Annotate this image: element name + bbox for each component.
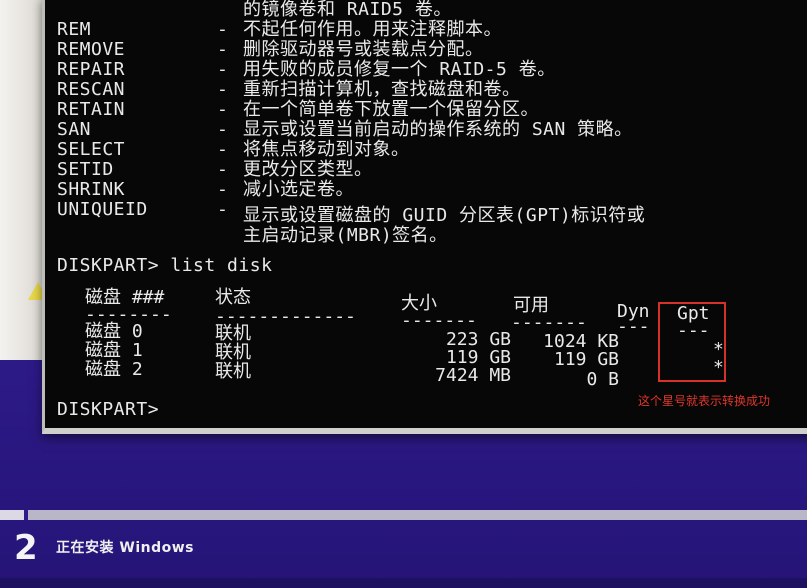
command-dash: - — [217, 99, 229, 120]
status-cell: 联机 — [215, 342, 251, 363]
command-name: RESCAN — [57, 79, 126, 100]
free-cell: 119 GB — [553, 349, 619, 370]
command-name: SAN — [57, 119, 92, 140]
command-name: UNIQUEID — [57, 199, 148, 220]
command-description: 将焦点移动到对象。 — [243, 139, 410, 160]
command-dash: - — [217, 19, 229, 40]
command-dash: - — [217, 159, 229, 180]
disk-cell: 磁盘 2 — [85, 359, 143, 380]
command-dash: - — [217, 39, 229, 60]
setup-progress-track — [0, 510, 807, 520]
command-description: 删除驱动器号或装载点分配。 — [243, 39, 484, 60]
setup-progress-divider — [24, 510, 28, 520]
setup-step-label: 正在安装 Windows — [56, 540, 194, 556]
command-name: RETAIN — [57, 99, 126, 120]
command-name: SETID — [57, 159, 114, 180]
disk-cell: 磁盘 0 — [85, 321, 143, 342]
command-name: SHRINK — [57, 179, 126, 200]
annotation-text: 这个星号就表示转换成功 — [638, 394, 771, 408]
size-cell: 7424 MB — [435, 365, 511, 386]
command-name: SELECT — [57, 139, 126, 160]
disk-cell: 磁盘 1 — [85, 340, 143, 361]
command-name: REPAIR — [57, 59, 126, 80]
command-description: 更改分区类型。 — [243, 159, 373, 180]
setup-step-number: 2 — [14, 528, 38, 568]
screen-bottom-edge — [0, 578, 807, 588]
command-description: 重新扫描计算机，查找磁盘和卷。 — [243, 79, 521, 100]
console-top-fragment: 的镜像卷和 RAID5 卷。 — [243, 0, 452, 20]
command-dash: - — [217, 179, 229, 200]
free-cell: 0 B — [586, 369, 619, 390]
command-description: 在一个简单卷下放置一个保留分区。 — [243, 99, 539, 120]
command-description: 不起任何作用。用来注释脚本。 — [243, 19, 502, 40]
diskpart-command-line: DISKPART> list disk — [57, 255, 273, 276]
command-description: 减小选定卷。 — [243, 179, 354, 200]
command-description-continued: 主启动记录(MBR)签名。 — [243, 225, 448, 246]
command-dash: - — [217, 199, 229, 220]
command-dash: - — [217, 139, 229, 160]
status-cell: 联机 — [215, 323, 251, 344]
command-dash: - — [217, 59, 229, 80]
gpt-highlight-box — [658, 302, 726, 382]
underline-free: ------- — [511, 312, 587, 333]
underline-size: ------- — [401, 310, 477, 331]
header-status: 状态 — [215, 287, 251, 308]
command-name: REMOVE — [57, 39, 126, 60]
command-dash: - — [217, 79, 229, 100]
command-description: 显示或设置磁盘的 GUID 分区表(GPT)标识符或 — [243, 205, 646, 226]
command-description: 用失败的成员修复一个 RAID-5 卷。 — [243, 59, 556, 80]
command-description: 显示或设置当前启动的操作系统的 SAN 策略。 — [243, 119, 633, 140]
command-dash: - — [217, 119, 229, 140]
status-cell: 联机 — [215, 361, 251, 382]
diskpart-prompt[interactable]: DISKPART> — [57, 400, 159, 420]
command-name: REM — [57, 19, 92, 40]
underline-dyn: --- — [617, 316, 650, 337]
setup-progress-done — [0, 510, 24, 520]
